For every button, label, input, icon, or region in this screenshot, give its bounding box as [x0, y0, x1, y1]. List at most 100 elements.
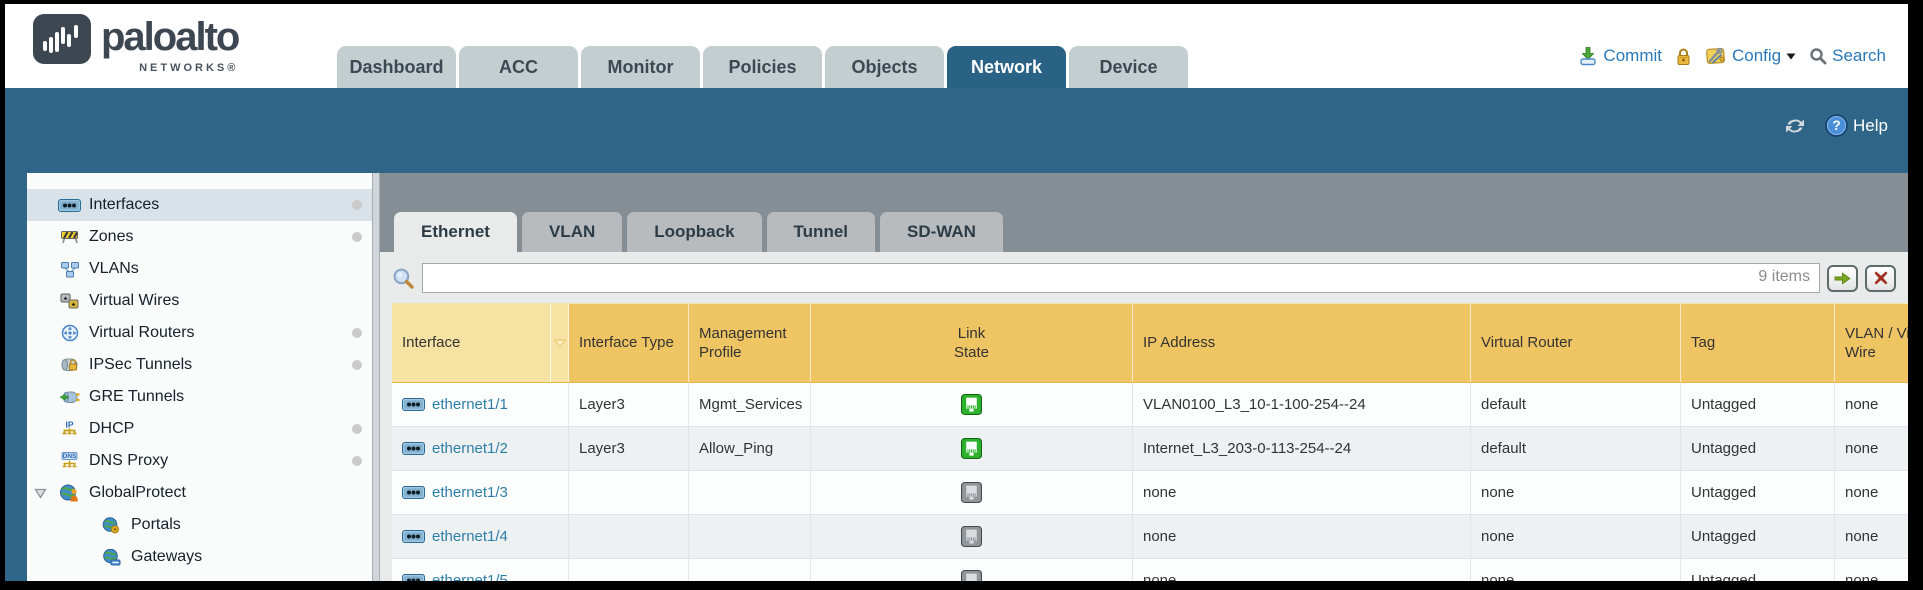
gre-tunnels-icon — [59, 390, 80, 405]
link-state-cell — [811, 515, 1133, 558]
clear-filter-button[interactable] — [1865, 265, 1896, 292]
tab-tunnel[interactable]: Tunnel — [767, 212, 875, 252]
sidebar-item-zones[interactable]: Zones — [27, 221, 372, 253]
type-cell — [569, 515, 689, 558]
red-x-icon — [1874, 271, 1888, 285]
interface-link[interactable]: ethernet1/4 — [392, 515, 569, 558]
app-window: paloalto NETWORKS® DashboardACCMonitorPo… — [5, 4, 1908, 581]
link-state-cell — [811, 471, 1133, 514]
link-up-icon — [961, 438, 982, 459]
sidebar-item-label: DNS Proxy — [89, 452, 168, 470]
interface-type-tabs: EthernetVLANLoopbackTunnelSD-WAN — [380, 173, 1908, 252]
sidebar-item-gateways[interactable]: Gateways — [27, 541, 372, 573]
sidebar-item-vlans[interactable]: VLANs — [27, 253, 372, 285]
sidebar-item-label: Interfaces — [89, 196, 159, 214]
tab-vlan[interactable]: VLAN — [522, 212, 622, 252]
sidebar-item-globalprotect[interactable]: GlobalProtect — [27, 477, 372, 509]
virtual-router-cell: default — [1471, 383, 1681, 426]
sidebar-item-portals[interactable]: Portals — [27, 509, 372, 541]
tab-ethernet[interactable]: Ethernet — [394, 212, 517, 252]
main-tab-objects[interactable]: Objects — [825, 46, 944, 88]
sidebar-item-label: Virtual Wires — [89, 292, 179, 310]
item-dot-indicator — [352, 424, 362, 434]
virtual-wires-icon — [60, 293, 79, 309]
table-row: ethernet1/5nonenoneUntaggednone — [392, 559, 1908, 581]
link-up-icon — [961, 394, 982, 415]
gateways-icon — [102, 549, 121, 566]
column-header-virtual-router[interactable]: Virtual Router — [1471, 304, 1681, 382]
vlans-icon — [60, 261, 80, 278]
search-icon — [1809, 47, 1827, 65]
sidebar-item-label: GRE Tunnels — [89, 388, 184, 406]
item-dot-indicator — [352, 456, 362, 466]
main-content: EthernetVLANLoopbackTunnelSD-WAN 9 items — [380, 173, 1908, 581]
sidebar-item-dhcp[interactable]: IPDHCP — [27, 413, 372, 445]
tag-cell: Untagged — [1681, 471, 1835, 514]
column-header-tag[interactable]: Tag — [1681, 304, 1835, 382]
column-header-management-profile[interactable]: Management Profile — [689, 304, 811, 382]
sidebar-splitter[interactable] — [372, 173, 380, 581]
vlan-cell: none — [1835, 559, 1908, 581]
paloalto-logo: paloalto NETWORKS® — [33, 14, 238, 74]
svg-text:?: ? — [1832, 118, 1840, 133]
lock-icon[interactable] — [1675, 47, 1692, 66]
network-sidebar: Interfaces Zones VLANs Virtual Wires Virtual… — [27, 173, 372, 581]
main-tab-device[interactable]: Device — [1069, 46, 1188, 88]
column-header-link-state[interactable]: Link State — [811, 304, 1133, 382]
portals-icon — [102, 517, 121, 534]
filter-magnifier-icon — [392, 267, 415, 290]
interface-link[interactable]: ethernet1/2 — [392, 427, 569, 470]
main-tab-dashboard[interactable]: Dashboard — [337, 46, 456, 88]
expander-open-icon — [34, 488, 47, 499]
ethernet-interface-icon — [402, 486, 425, 499]
sidebar-item-gre-tunnels[interactable]: GRE Tunnels — [27, 381, 372, 413]
link-down-icon — [961, 526, 982, 547]
svg-text:IP: IP — [65, 420, 73, 430]
sidebar-item-virtual-wires[interactable]: Virtual Wires — [27, 285, 372, 317]
items-count: 9 items — [1758, 268, 1810, 286]
vlan-cell: none — [1835, 427, 1908, 470]
config-menu-button[interactable]: Config — [1705, 46, 1796, 66]
column-header-vlan-virtual-wire[interactable]: VLAN / Virtual-Wire — [1835, 304, 1908, 382]
sidebar-item-label: Zones — [89, 228, 133, 246]
table-header-row: InterfaceInterface TypeManagement Profil… — [392, 303, 1908, 383]
ethernet-interface-icon — [402, 574, 425, 581]
table-row: ethernet1/4nonenoneUntaggednone — [392, 515, 1908, 559]
commit-button[interactable]: Commit — [1578, 46, 1662, 66]
sidebar-item-virtual-routers[interactable]: Virtual Routers — [27, 317, 372, 349]
dns-proxy-icon: DNS — [60, 452, 79, 470]
paloalto-logo-icon — [33, 14, 91, 64]
tag-cell: Untagged — [1681, 427, 1835, 470]
column-header-ip-address[interactable]: IP Address — [1133, 304, 1471, 382]
apply-filter-button[interactable] — [1827, 265, 1858, 292]
interface-link[interactable]: ethernet1/3 — [392, 471, 569, 514]
ip-cell: Internet_L3_203-0-113-254--24 — [1133, 427, 1471, 470]
tab-loopback[interactable]: Loopback — [627, 212, 761, 252]
main-tab-acc[interactable]: ACC — [459, 46, 578, 88]
tab-sd-wan[interactable]: SD-WAN — [880, 212, 1003, 252]
ip-cell: VLAN0100_L3_10-1-100-254--24 — [1133, 383, 1471, 426]
column-header-interface-type[interactable]: Interface Type — [569, 304, 689, 382]
help-button[interactable]: ? Help — [1825, 114, 1888, 137]
globalprotect-icon — [60, 484, 80, 502]
sidebar-item-interfaces[interactable]: Interfaces — [27, 189, 372, 221]
main-tab-policies[interactable]: Policies — [703, 46, 822, 88]
sidebar-item-ipsec-tunnels[interactable]: IPSec Tunnels — [27, 349, 372, 381]
refresh-icon[interactable] — [1783, 116, 1807, 136]
type-cell — [569, 559, 689, 581]
filter-input[interactable] — [422, 263, 1820, 293]
mgmt-profile-cell — [689, 515, 811, 558]
sidebar-item-label: Portals — [131, 516, 181, 534]
sidebar-item-dns-proxy[interactable]: DNS DNS Proxy — [27, 445, 372, 477]
main-tab-network[interactable]: Network — [947, 46, 1066, 88]
sort-dropdown-button[interactable] — [550, 304, 568, 382]
link-state-cell — [811, 383, 1133, 426]
column-header-interface[interactable]: Interface — [392, 304, 569, 382]
interface-link[interactable]: ethernet1/1 — [392, 383, 569, 426]
mgmt-profile-cell — [689, 559, 811, 581]
main-tab-monitor[interactable]: Monitor — [581, 46, 700, 88]
search-button[interactable]: Search — [1809, 46, 1886, 66]
interface-link[interactable]: ethernet1/5 — [392, 559, 569, 581]
mgmt-profile-cell — [689, 471, 811, 514]
virtual-routers-icon — [61, 324, 79, 342]
